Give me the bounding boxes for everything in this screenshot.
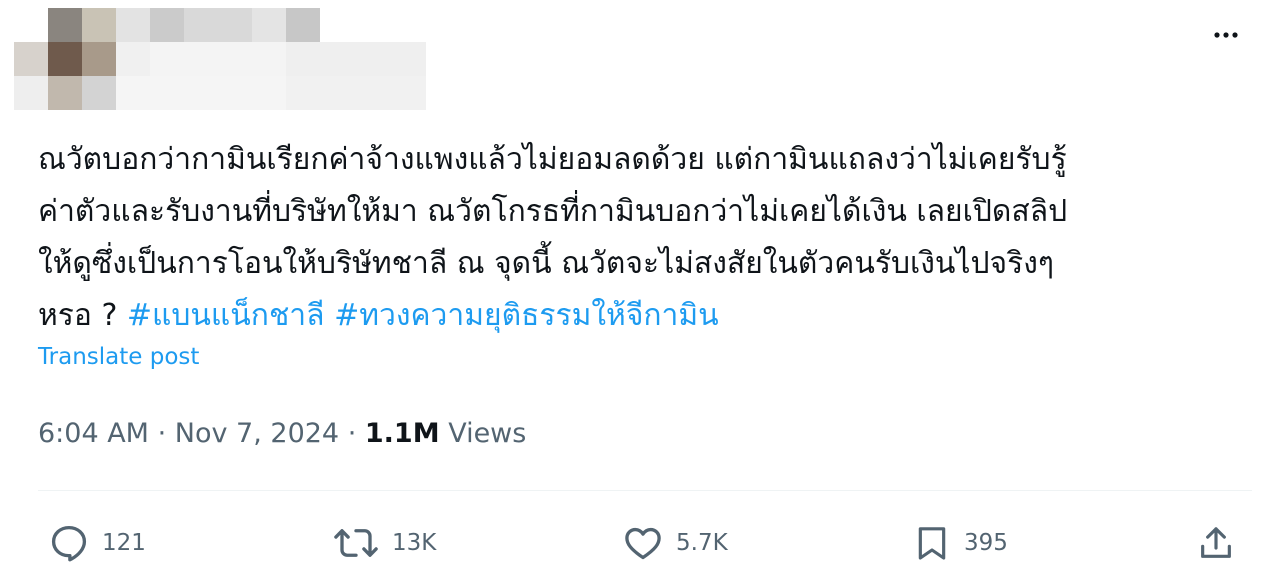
tweet-text-line: ณวัตบอกว่ากามินเรียกค่าจ้างแพงแล้วไม่ยอม… xyxy=(38,142,1067,177)
tweet-time[interactable]: 6:04 AM xyxy=(38,418,149,449)
bookmark-count: 395 xyxy=(964,530,1008,556)
bookmark-button[interactable]: 395 xyxy=(912,520,1008,566)
tweet-meta: 6:04 AM · Nov 7, 2024 · 1.1M Views xyxy=(38,414,526,454)
views-count[interactable]: 1.1M xyxy=(365,418,440,449)
separator: · xyxy=(157,418,167,449)
hashtag-link[interactable]: #ทวงความยุติธรรมให้จีกามิน xyxy=(334,298,719,333)
tweet-text-line: ค่าตัวและรับงานที่บริษัทให้มา ณวัตโกรธที… xyxy=(38,194,1068,229)
hashtag-link[interactable]: #แบนแน็กชาลี xyxy=(127,298,325,333)
tweet-text-line-last: หรอ ? #แบนแน็กชาลี #ทวงความยุติธรรมให้จี… xyxy=(38,290,1258,342)
tweet-date[interactable]: Nov 7, 2024 xyxy=(175,418,339,449)
reply-icon xyxy=(51,525,87,562)
repost-button[interactable]: 13K xyxy=(332,520,436,566)
more-icon xyxy=(1214,32,1238,38)
tweet-text-tail: หรอ ? xyxy=(38,298,127,333)
tweet-text-line: ให้ดูซึ่งเป็นการโอนให้บริษัทชาลี ณ จุดนี… xyxy=(38,246,1054,281)
views-label[interactable]: Views xyxy=(448,418,526,449)
repost-count: 13K xyxy=(392,530,437,556)
like-count: 5.7K xyxy=(676,530,728,556)
tweet-text: ณวัตบอกว่ากามินเรียกค่าจ้างแพงแล้วไม่ยอม… xyxy=(38,134,1258,342)
reply-button[interactable]: 121 xyxy=(48,520,146,566)
translate-post-link[interactable]: Translate post xyxy=(38,344,199,370)
separator: · xyxy=(347,418,357,449)
like-button[interactable]: 5.7K xyxy=(622,520,728,566)
repost-icon xyxy=(334,529,378,557)
divider xyxy=(38,490,1252,491)
share-button[interactable] xyxy=(1196,520,1236,566)
share-icon xyxy=(1201,527,1231,558)
blurred-user-header xyxy=(14,8,430,114)
reply-count: 121 xyxy=(102,530,146,556)
bookmark-icon xyxy=(918,527,946,560)
more-options-button[interactable] xyxy=(1208,22,1244,48)
like-icon xyxy=(625,527,661,560)
